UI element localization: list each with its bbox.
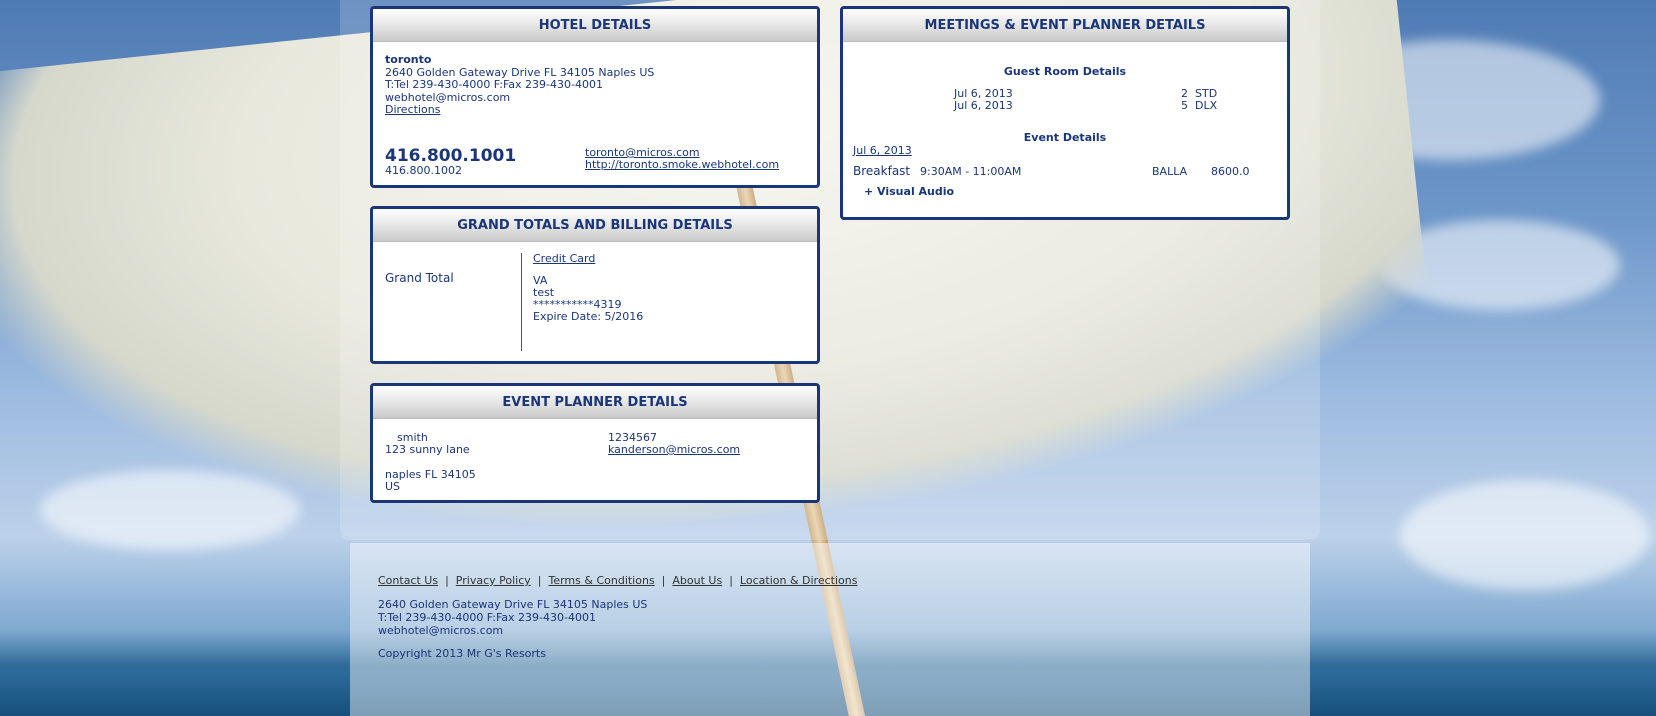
planner-street: 123 sunny lane [385,443,470,456]
footer-separator: | [729,574,733,587]
event-time: 9:30AM - 11:00AM [920,165,1022,178]
payment-method: Credit Card [533,252,596,265]
billing-divider [521,253,522,351]
planner-country: US [385,480,401,493]
directions-link[interactable]: Directions [385,103,440,117]
grand-total-label: Grand Total [385,271,454,285]
footer-separator: | [445,574,449,587]
hotel-name: toronto [385,53,432,66]
event-room: BALLA [1152,165,1188,178]
room-type: DLX [1195,99,1218,112]
footer-link-contact-us[interactable]: Contact Us [378,574,438,587]
footer-link-privacy-policy[interactable]: Privacy Policy [456,574,531,587]
meetings-details-panel: MEETINGS & EVENT PLANNER DETAILS Guest R… [840,6,1290,220]
footer-email: webhotel@micros.com [378,624,504,637]
room-date: Jul 6, 2013 [954,99,1013,112]
footer-address: 2640 Golden Gateway Drive FL 34105 Naple… [378,598,648,611]
billing-details-header: GRAND TOTALS AND BILLING DETAILS [373,209,817,242]
hotel-tel-fax: T:Tel 239-430-4000 F:Fax 239-430-4001 [385,78,603,91]
hotel-phone-primary: 416.800.1001 [385,146,517,166]
footer-link-location-directions[interactable]: Location & Directions [740,574,858,587]
event-planner-header: EVENT PLANNER DETAILS [373,386,817,419]
event-name: Breakfast [853,164,911,178]
guest-room-title: Guest Room Details [1003,65,1127,78]
background-scene [0,0,1656,716]
footer-separator: | [661,574,666,587]
footer-copyright: Copyright 2013 Mr G's Resorts [378,647,546,660]
event-planner-panel: EVENT PLANNER DETAILS smith 123 sunny la… [370,383,820,503]
event-details-title: Event Details [1023,131,1107,144]
event-date-link[interactable]: Jul 6, 2013 [853,144,912,158]
event-amount: 8600.0 [1211,165,1250,178]
footer-links: Contact Us | Privacy Policy | Terms & Condit… [378,574,857,587]
planner-email-link[interactable]: kanderson@micros.com [608,443,740,457]
footer-link-terms[interactable]: Terms & Conditions [548,574,654,587]
meetings-details-header: MEETINGS & EVENT PLANNER DETAILS [843,9,1287,42]
room-qty: 5 [1181,99,1188,112]
footer-link-about-us[interactable]: About Us [672,574,722,587]
footer-separator: | [537,574,542,587]
billing-details-panel: GRAND TOTALS AND BILLING DETAILS Grand T… [370,206,820,364]
hotel-phone-secondary: 416.800.1002 [385,164,462,177]
footer-tel-fax: T:Tel 239-430-4000 F:Fax 239-430-4001 [378,611,596,624]
card-expire: Expire Date: 5/2016 [533,310,644,323]
hotel-website-link[interactable]: http://toronto.smoke.webhotel.com [585,158,779,172]
hotel-details-header: HOTEL DETAILS [373,9,817,42]
visual-audio-toggle[interactable]: + Visual Audio [864,185,954,199]
hotel-details-panel: HOTEL DETAILS toronto 2640 Golden Gatewa… [370,6,820,188]
